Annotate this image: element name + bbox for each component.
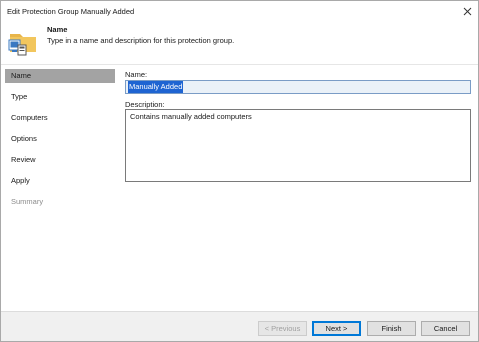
wizard-steps-sidebar: Name Type Computers Options Review Apply…	[1, 65, 117, 311]
name-field[interactable]: Manually Added	[125, 80, 471, 94]
wizard-footer: < Previous Next > Finish Cancel	[1, 311, 478, 341]
sidebar-item-name[interactable]: Name	[5, 69, 115, 83]
sidebar-item-apply[interactable]: Apply	[5, 174, 115, 188]
next-button[interactable]: Next >	[312, 321, 361, 336]
description-label: Description:	[125, 100, 165, 109]
sidebar-item-summary: Summary	[11, 197, 44, 206]
page-title: Name	[47, 25, 68, 34]
edit-protection-group-dialog: Edit Protection Group Manually Added Nam…	[0, 0, 479, 342]
wizard-header: Name Type in a name and description for …	[1, 21, 478, 65]
wizard-body: Name Type Computers Options Review Apply…	[1, 65, 478, 311]
sidebar-item-type[interactable]: Type	[5, 90, 115, 104]
title-bar: Edit Protection Group Manually Added	[1, 1, 478, 21]
window-title: Edit Protection Group Manually Added	[7, 7, 135, 16]
close-icon[interactable]	[460, 4, 474, 18]
form-content: Name: Manually Added Description: Contai…	[125, 65, 475, 311]
protection-group-icon	[7, 26, 39, 58]
name-label: Name:	[125, 70, 148, 79]
sidebar-item-review[interactable]: Review	[5, 153, 115, 167]
page-subtitle: Type in a name and description for this …	[47, 36, 235, 45]
description-field[interactable]: Contains manually added computers	[125, 109, 471, 182]
cancel-button[interactable]: Cancel	[421, 321, 470, 336]
sidebar-item-computers[interactable]: Computers	[5, 111, 115, 125]
previous-button[interactable]: < Previous	[258, 321, 307, 336]
sidebar-item-options[interactable]: Options	[5, 132, 115, 146]
finish-button[interactable]: Finish	[367, 321, 416, 336]
name-field-value: Manually Added	[128, 81, 184, 93]
